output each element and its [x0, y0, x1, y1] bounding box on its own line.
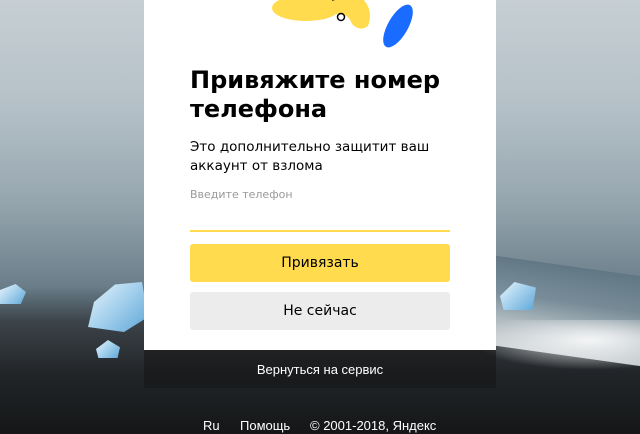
- phone-field-label: Введите телефон: [190, 188, 293, 201]
- page-title: Привяжите номер телефона: [190, 66, 441, 123]
- illustration-icon: [272, 0, 413, 48]
- not-now-button[interactable]: Не сейчас: [190, 292, 450, 330]
- bind-phone-button[interactable]: Привязать: [190, 244, 450, 282]
- ice-chunk: [0, 284, 26, 304]
- help-link[interactable]: Помощь: [240, 418, 290, 433]
- footer: Ru Помощь © 2001-2018, Яндекс: [0, 416, 640, 434]
- return-bar: Вернуться на сервис: [144, 350, 496, 388]
- ice-chunk: [96, 340, 120, 358]
- ice-chunk: [88, 282, 148, 332]
- copyright-text: © 2001-2018, Яндекс: [310, 418, 437, 433]
- language-switcher[interactable]: Ru: [203, 418, 220, 433]
- page-subtitle: Это дополнительно защитит ваш аккаунт от…: [190, 139, 430, 174]
- phone-input[interactable]: [190, 204, 450, 232]
- return-to-service-link[interactable]: Вернуться на сервис: [257, 362, 383, 377]
- phone-binding-card: Привяжите номер телефона Это дополнитель…: [144, 0, 496, 350]
